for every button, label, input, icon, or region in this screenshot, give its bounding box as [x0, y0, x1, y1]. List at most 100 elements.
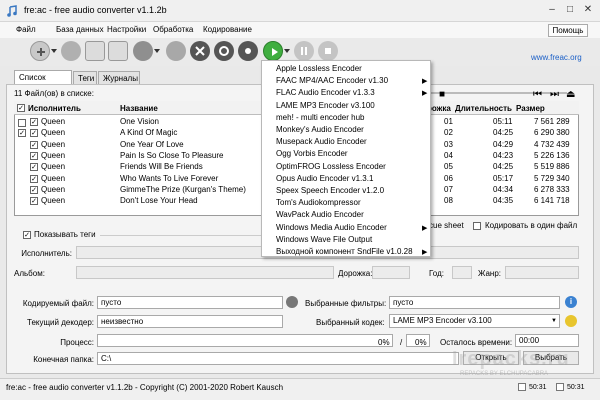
remove-icon[interactable] [85, 41, 105, 61]
encoder-menu-item[interactable]: Tom's Audiokompressor [276, 198, 361, 207]
encoder-menu-item[interactable]: FLAC Audio Encoder v1.3.3 [276, 88, 375, 97]
codec-select[interactable]: LAME MP3 Encoder v3.100 [389, 314, 560, 328]
encoder-menu-item[interactable]: LAME MP3 Encoder v3.100 [276, 101, 375, 110]
col-title[interactable]: Название [120, 104, 158, 113]
cell-title: One Year Of Love [120, 139, 184, 149]
clear-list-icon[interactable] [108, 41, 128, 61]
select-all-checkbox[interactable]: ✓ [17, 104, 25, 112]
help-button[interactable]: Помощь [548, 24, 588, 37]
encoder-menu-item[interactable]: Musepack Audio Encoder [276, 137, 367, 146]
encoding-file-value: пусто [101, 298, 122, 307]
menu-file[interactable]: Файл [16, 25, 36, 34]
encode-single-label: Кодировать в один файл [485, 221, 578, 230]
cddb-icon[interactable] [166, 41, 186, 61]
encoder-menu-item[interactable]: Windows Media Audio Encoder [276, 223, 387, 232]
folder-field[interactable]: C:\ [97, 352, 459, 365]
pause-icon[interactable] [294, 41, 314, 61]
menu-database[interactable]: База данных [56, 25, 104, 34]
row-checkbox[interactable]: ✓ [30, 118, 38, 126]
tab-joblist[interactable]: Список задач [14, 70, 72, 91]
track-field[interactable] [372, 266, 410, 279]
website-link[interactable]: www.freac.org [531, 53, 582, 62]
status-time-2: 50:31 [567, 384, 585, 391]
encoder-menu-item[interactable]: Ogg Vorbis Encoder [276, 149, 348, 158]
status-text: fre:ac - free audio converter v1.1.2b - … [6, 383, 284, 392]
time-icon [518, 383, 526, 391]
track-label: Дорожка: [338, 269, 373, 278]
info-icon[interactable]: i [565, 296, 577, 308]
row-checkbox[interactable]: ✓ [30, 129, 38, 138]
prev-track-icon[interactable]: ⏮ [533, 89, 542, 100]
status-time-1: 50:31 [529, 384, 547, 391]
chevron-down-icon[interactable] [51, 49, 57, 53]
encoder-menu-item[interactable]: Speex Speech Encoder v1.2.0 [276, 186, 384, 195]
encoder-menu-item[interactable]: Выходной компонент SndFile v1.0.28 [276, 247, 413, 256]
progress-percent-2: 0% [415, 338, 427, 347]
cell-duration: 04:25 [493, 162, 514, 172]
maximize-icon[interactable]: □ [562, 3, 578, 17]
col-size[interactable]: Размер [516, 104, 545, 113]
encoder-menu-item[interactable]: Windows Wave File Output [276, 235, 372, 244]
list-checkbox-2[interactable]: ✓ [18, 129, 26, 137]
menu-processing[interactable]: Обработка [153, 25, 193, 34]
show-tags-checkbox[interactable]: ✓ [23, 231, 31, 239]
menu-encoding[interactable]: Кодирование [203, 25, 252, 34]
encoding-file-field: пусто [97, 296, 283, 309]
encoder-menu-item[interactable]: Opus Audio Encoder v1.3.1 [276, 174, 373, 183]
cell-track: 05 [444, 162, 453, 172]
next-track-icon[interactable]: ⏭ [550, 89, 559, 100]
row-checkbox[interactable]: ✓ [30, 163, 38, 172]
row-checkbox[interactable]: ✓ [30, 140, 38, 149]
row-checkbox[interactable]: ✓ [30, 185, 38, 194]
cell-artist: Queen [41, 150, 66, 160]
cell-duration: 05:17 [493, 173, 514, 183]
database-icon[interactable] [133, 41, 153, 61]
encoder-menu-item[interactable]: WavPack Audio Encoder [276, 210, 364, 219]
album-field[interactable] [76, 266, 334, 279]
col-artist[interactable]: Исполнитель [28, 104, 81, 113]
chevron-down-icon[interactable]: ▼ [551, 318, 557, 324]
menu-settings[interactable]: Настройки [107, 25, 146, 34]
cell-track: 01 [444, 117, 453, 126]
waveform-icon [286, 296, 298, 308]
decoder-field: неизвестно [97, 315, 283, 328]
play-icon[interactable] [263, 41, 283, 61]
app-icon [6, 5, 18, 17]
cell-title: Don't Lose Your Head [120, 196, 198, 206]
close-icon[interactable]: ✕ [580, 3, 596, 17]
list-checkbox-1[interactable] [18, 119, 26, 127]
filters-value: пусто [393, 298, 414, 307]
genre-field[interactable] [505, 266, 579, 279]
stop-icon[interactable] [318, 41, 338, 61]
encoder-menu-item[interactable]: meh! - multi encoder hub [276, 113, 365, 122]
cell-title: Who Wants To Live Forever [120, 173, 219, 183]
minimize-icon[interactable]: – [544, 3, 560, 17]
encoder-menu-item[interactable]: OptimFROG Lossless Encoder [276, 162, 386, 171]
row-checkbox[interactable]: ✓ [30, 151, 38, 160]
cell-title: Friends Will Be Friends [120, 162, 203, 172]
playback-slider[interactable] [427, 92, 567, 94]
tab-logs[interactable]: Журналы [98, 71, 140, 85]
gear-icon[interactable] [214, 41, 234, 61]
chevron-down-icon[interactable] [284, 49, 290, 53]
row-checkbox[interactable]: ✓ [30, 174, 38, 183]
row-checkbox[interactable]: ✓ [30, 197, 38, 206]
chevron-down-icon[interactable] [154, 49, 160, 53]
encode-single-checkbox[interactable] [473, 222, 481, 230]
tab-tags[interactable]: Теги [73, 71, 97, 85]
cd-icon[interactable] [61, 41, 81, 61]
eject-icon[interactable]: ⏏ [566, 89, 575, 100]
encoder-menu-item[interactable]: Apple Lossless Encoder [276, 64, 362, 73]
add-files-icon[interactable] [30, 41, 50, 61]
settings-smiley-icon[interactable] [565, 315, 577, 327]
remaining-label: Осталось времени: [440, 338, 513, 347]
encoder-settings-icon[interactable] [238, 41, 258, 61]
year-field[interactable] [452, 266, 472, 279]
encoder-menu-item[interactable]: FAAC MP4/AAC Encoder v1.30 [276, 76, 388, 85]
tools-icon[interactable] [190, 41, 210, 61]
cell-track: 03 [444, 139, 453, 149]
encoder-menu-item[interactable]: Monkey's Audio Encoder [276, 125, 364, 134]
col-duration[interactable]: Длительность [455, 104, 512, 113]
filters-label: Выбранные фильтры: [305, 299, 387, 308]
stop-play-icon[interactable]: ■ [439, 89, 445, 100]
